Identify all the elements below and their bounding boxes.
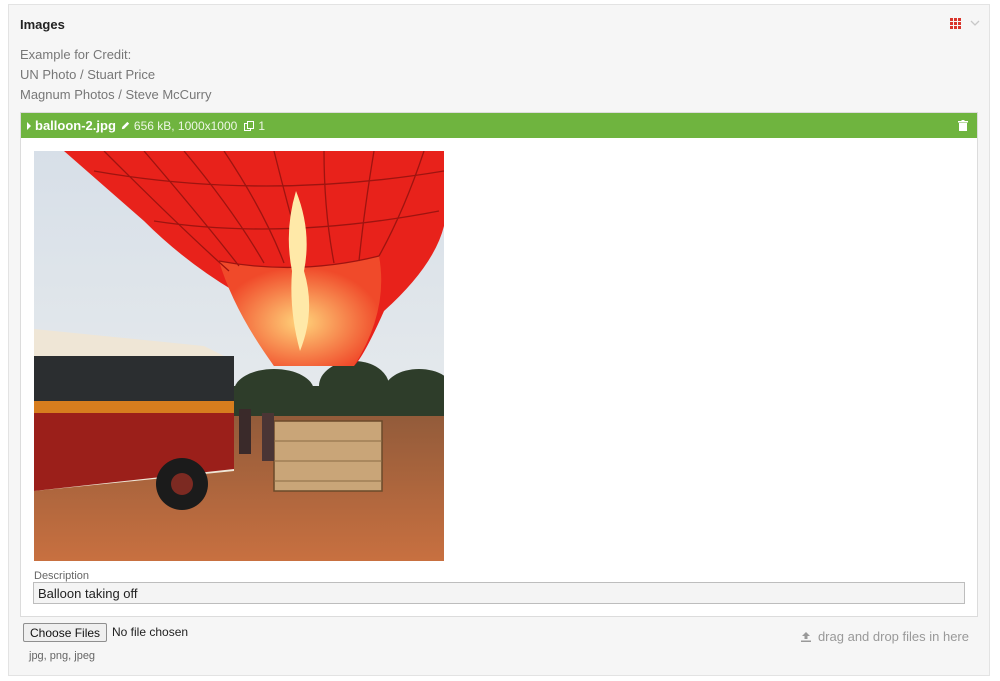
file-meta: 656 kB, 1000x1000 xyxy=(133,118,238,133)
file-card: balloon-2.jpg 656 kB, 1000x1000 1 Descri… xyxy=(20,112,978,617)
file-header[interactable]: balloon-2.jpg 656 kB, 1000x1000 1 xyxy=(21,113,977,138)
description-input[interactable] xyxy=(33,582,965,604)
no-file-text: No file chosen xyxy=(112,625,189,639)
trash-icon[interactable] xyxy=(958,120,968,131)
panel-tools xyxy=(950,17,981,29)
description-label: Description xyxy=(34,570,90,582)
panel-title: Images xyxy=(20,17,65,32)
pencil-icon[interactable] xyxy=(120,120,131,131)
help-line: Magnum Photos / Steve McCurry xyxy=(20,87,212,102)
balloon-image[interactable] xyxy=(34,151,444,561)
help-line: Example for Credit: xyxy=(20,47,132,62)
copy-icon[interactable] xyxy=(243,120,255,132)
grid-icon[interactable] xyxy=(950,17,961,29)
chevron-down-icon[interactable] xyxy=(969,17,981,29)
file-name: balloon-2.jpg xyxy=(35,118,116,133)
help-line: UN Photo / Stuart Price xyxy=(20,67,156,82)
allowed-extensions: jpg, png, jpeg xyxy=(29,650,96,662)
images-panel: Images Example for Credit: UN Photo / St… xyxy=(8,4,990,676)
caret-right-icon[interactable] xyxy=(27,121,31,130)
upload-icon xyxy=(800,631,811,642)
choose-files-button[interactable]: Choose Files xyxy=(23,623,108,642)
dropzone[interactable]: drag and drop files in here xyxy=(800,629,969,644)
dropzone-text: drag and drop files in here xyxy=(817,629,969,644)
copy-count: 1 xyxy=(258,118,265,133)
credit-help-text: Example for Credit: UN Photo / Stuart Pr… xyxy=(20,45,211,105)
